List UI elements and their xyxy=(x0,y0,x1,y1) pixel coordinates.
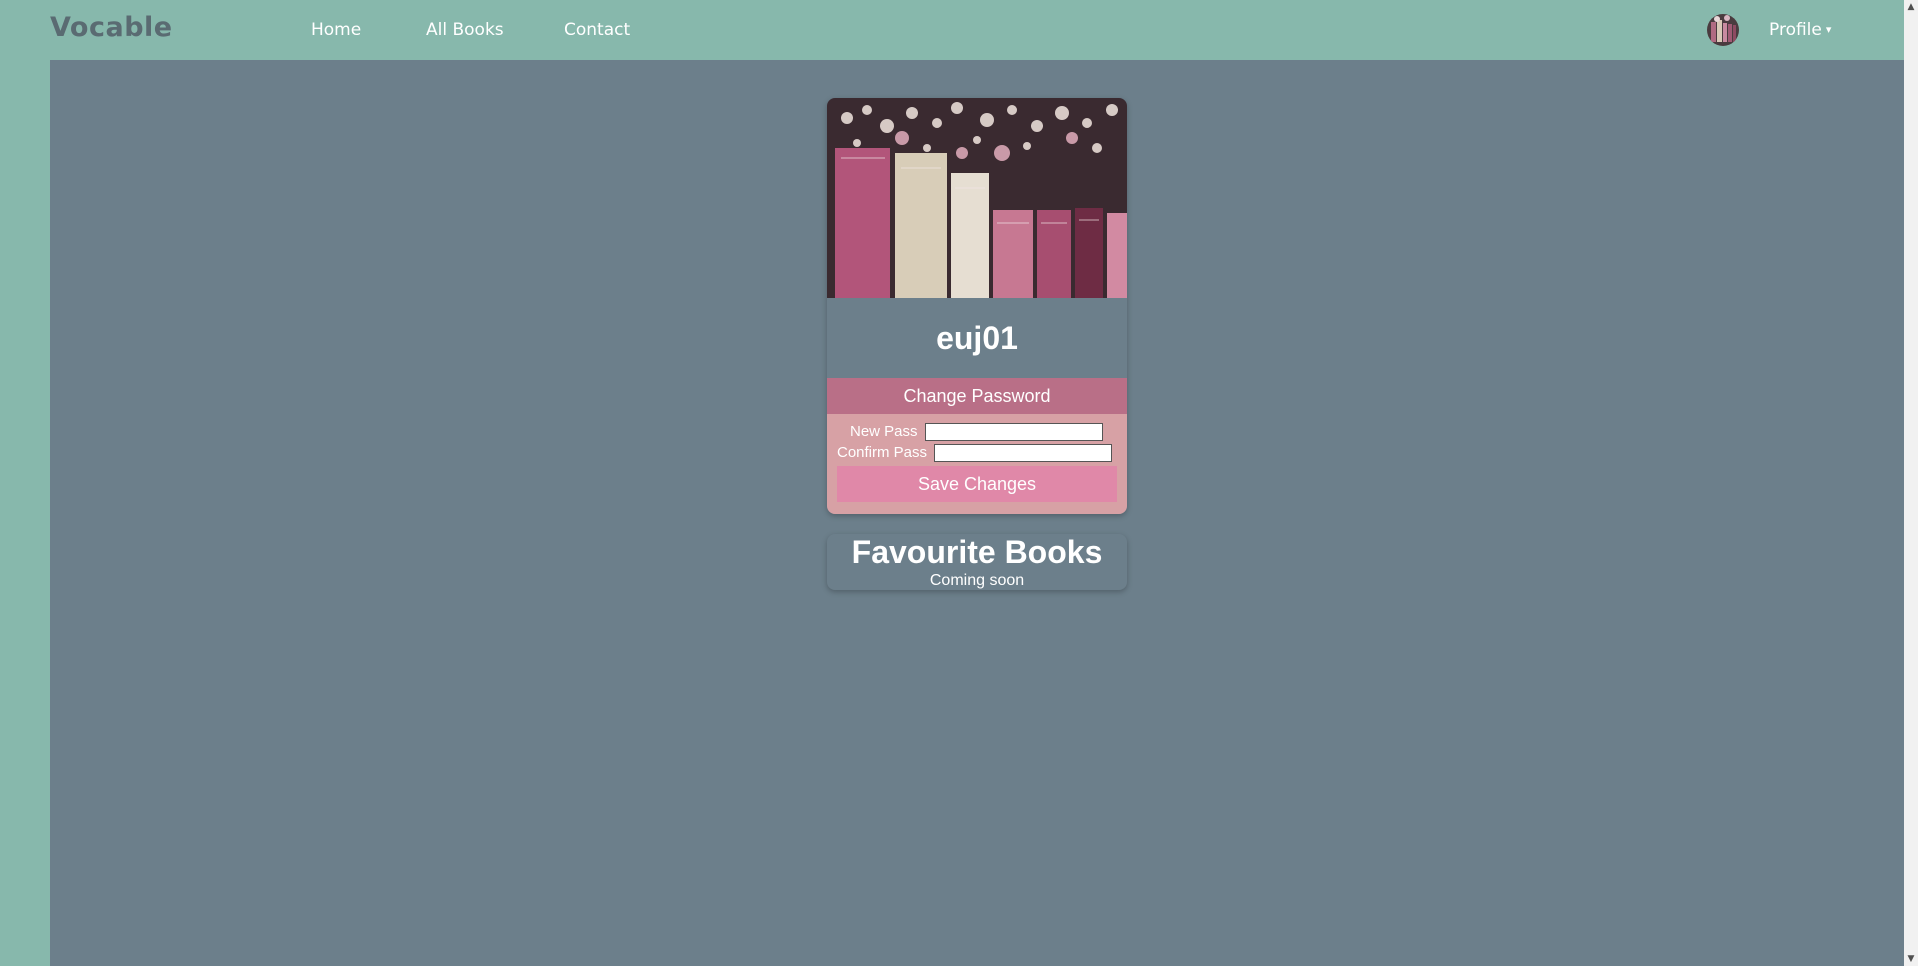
confirm-pass-row: Confirm Pass xyxy=(837,444,1113,463)
new-pass-input[interactable] xyxy=(924,423,1103,442)
confirm-pass-input[interactable] xyxy=(934,444,1113,463)
username-heading: euj01 xyxy=(936,320,1018,356)
nav-contact-link[interactable]: Contact xyxy=(564,20,630,40)
vertical-scrollbar[interactable]: ▲ ▼ xyxy=(1904,0,1918,966)
favourite-books-title: Favourite Books xyxy=(851,534,1103,570)
avatar[interactable] xyxy=(1707,14,1739,46)
save-changes-button[interactable]: Save Changes xyxy=(837,466,1117,502)
brand-logo[interactable]: Vocable xyxy=(50,12,173,43)
new-pass-label: New Pass xyxy=(850,423,918,440)
page: Vocable Home All Books Contact Profile▾ xyxy=(0,0,1918,966)
nav-home-link[interactable]: Home xyxy=(311,20,361,40)
scroll-down-icon[interactable]: ▼ xyxy=(1904,952,1918,966)
caret-down-icon: ▾ xyxy=(1825,23,1832,36)
profile-card: euj01 Change Password New Pass Confirm P… xyxy=(827,98,1127,514)
navbar: Vocable Home All Books Contact Profile ▾ xyxy=(0,0,1904,60)
nav-all-books-link[interactable]: All Books xyxy=(426,20,504,40)
change-password-form: New Pass Confirm Pass Save Changes xyxy=(827,414,1127,514)
new-pass-row: New Pass xyxy=(850,423,1103,442)
books-cover-image xyxy=(827,98,1127,298)
favourite-books-subtitle: Coming soon xyxy=(929,572,1025,589)
profile-dropdown[interactable]: Profile ▾ xyxy=(1769,20,1831,40)
favourite-books-card: Favourite Books Coming soon xyxy=(827,534,1127,590)
profile-label: Profile xyxy=(1769,20,1822,40)
change-password-header[interactable]: Change Password xyxy=(827,378,1127,414)
confirm-pass-label: Confirm Pass xyxy=(837,444,928,461)
scroll-up-icon[interactable]: ▲ xyxy=(1904,0,1918,14)
